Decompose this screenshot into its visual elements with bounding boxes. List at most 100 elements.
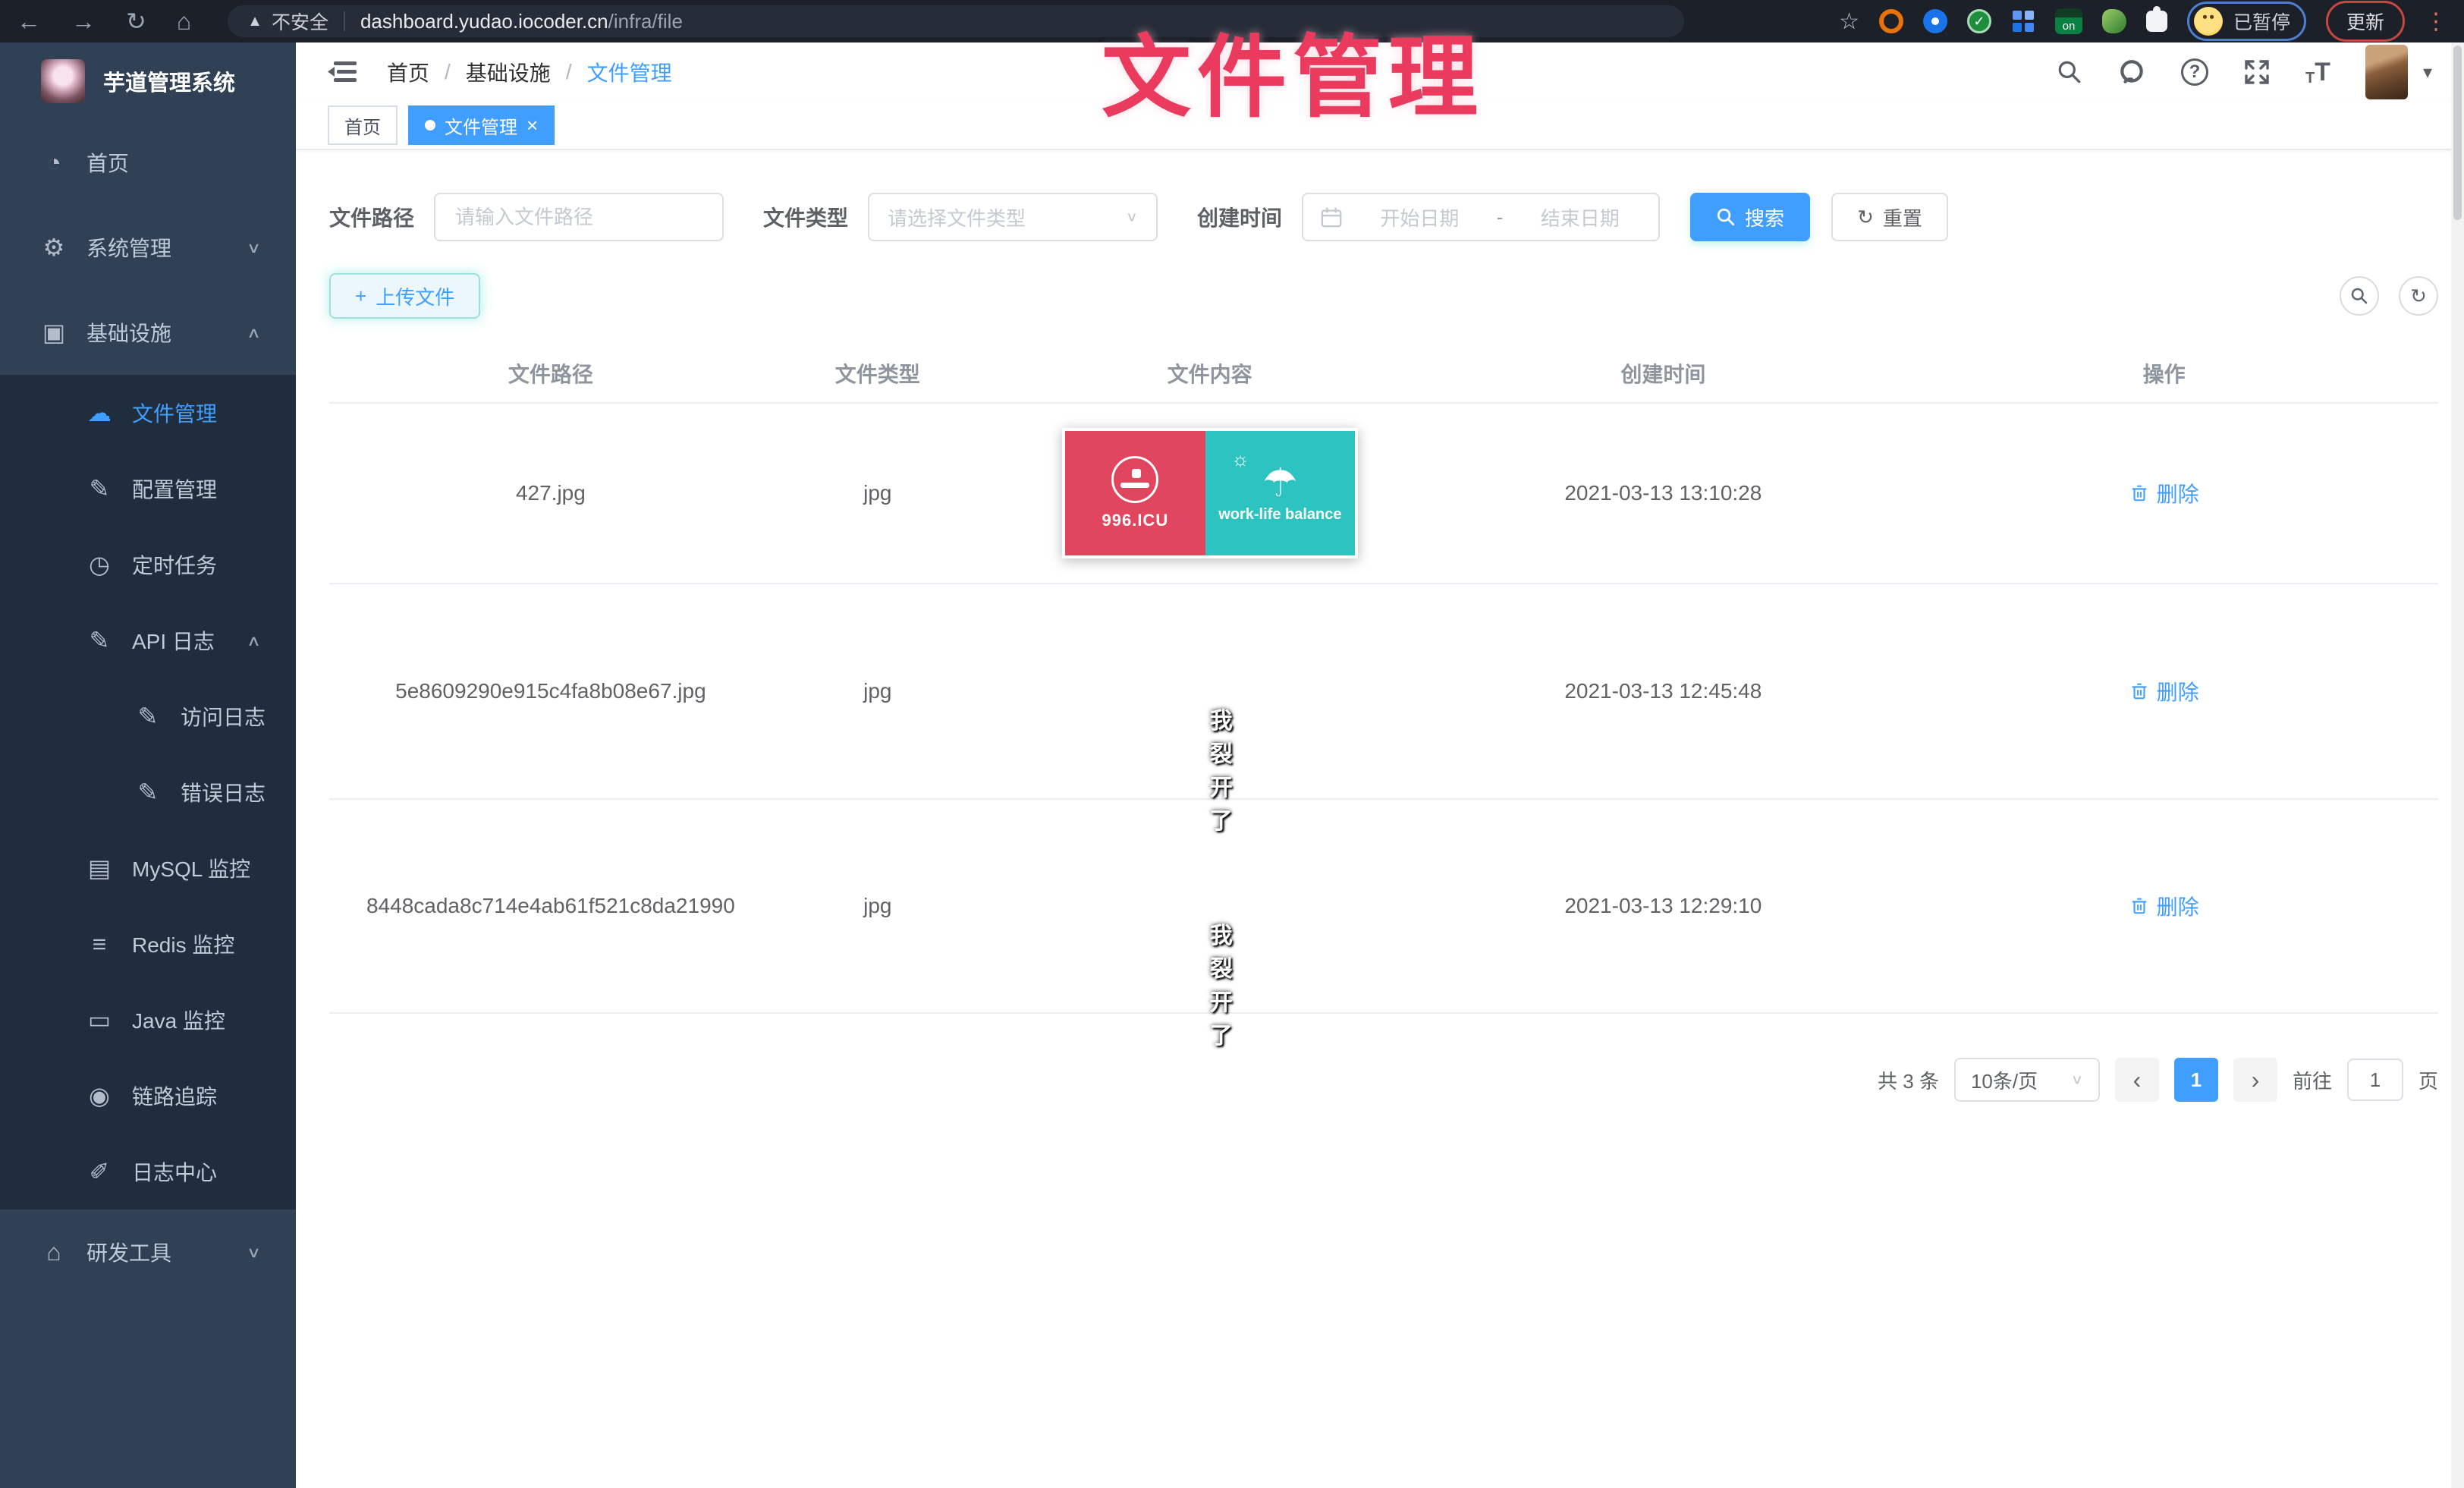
avatar-caret-down-icon[interactable]: ▾ — [2423, 61, 2432, 83]
sidebar-item-log-center[interactable]: ✐ 日志中心 — [0, 1134, 296, 1210]
sidebar-item-dev-tools[interactable]: ⌂ 研发工具 ∨ — [0, 1210, 296, 1295]
profile-paused-pill[interactable]: 已暂停 — [2187, 2, 2306, 41]
extension-grid-icon[interactable] — [2011, 9, 2035, 33]
chevron-down-icon: ∨ — [247, 1243, 261, 1260]
sidebar-item-access-logs[interactable]: ✎ 访问日志 — [0, 678, 296, 754]
sidebar-item-error-logs[interactable]: ✎ 错误日志 — [0, 754, 296, 830]
active-dot — [425, 120, 435, 131]
refresh-icon: ↻ — [1857, 207, 1874, 227]
goto-page-input[interactable] — [2347, 1059, 2403, 1101]
extension-pin-icon[interactable] — [1923, 9, 1947, 33]
tag-file-management[interactable]: 文件管理 × — [408, 105, 555, 145]
cell-file-content: 996.ICU ☼ ☂ work-life balance — [983, 428, 1437, 558]
sidebar-item-label: 文件管理 — [132, 398, 217, 428]
filter-form: 文件路径 文件类型 请选择文件类型 ∨ 创建时间 开始日期 - 结束日期 — [329, 193, 2438, 241]
tag-home[interactable]: 首页 — [328, 105, 398, 145]
sidebar-item-scheduled-jobs[interactable]: ◷ 定时任务 — [0, 527, 296, 602]
reset-button-label: 重置 — [1883, 203, 1922, 231]
not-secure-label[interactable]: 不安全 — [272, 8, 328, 35]
upload-button-label: 上传文件 — [376, 282, 454, 310]
browser-back-icon[interactable]: ← — [17, 9, 41, 33]
log-icon: ✎ — [80, 626, 118, 655]
vertical-scrollbar[interactable] — [2451, 42, 2464, 1488]
cell-created-time: 2021-03-13 12:29:10 — [1436, 894, 1890, 918]
fullscreen-icon[interactable] — [2243, 58, 2271, 86]
font-size-icon[interactable]: TT — [2305, 58, 2330, 87]
delete-button[interactable]: 删除 — [2129, 676, 2199, 706]
log-icon: ✎ — [129, 778, 167, 807]
address-bar[interactable]: ▲ 不安全 dashboard.yudao.iocoder.cn /infra/… — [228, 5, 1684, 37]
timer-icon: ◷ — [80, 550, 118, 579]
delete-button[interactable]: 删除 — [2129, 478, 2199, 508]
browser-forward-icon[interactable]: → — [71, 9, 96, 33]
url-divider — [344, 11, 345, 31]
toggle-search-button[interactable] — [2340, 276, 2379, 316]
header-search-icon[interactable] — [2057, 59, 2082, 85]
sidebar-item-label: API 日志 — [132, 625, 215, 656]
cell-created-time: 2021-03-13 12:45:48 — [1436, 679, 1890, 703]
sidebar-item-tracing[interactable]: ◉ 链路追踪 — [0, 1058, 296, 1134]
page-size-select[interactable]: 10条/页 ∨ — [1954, 1058, 2100, 1102]
extensions-puzzle-icon[interactable] — [2146, 11, 2167, 32]
url-path: /infra/file — [608, 10, 683, 33]
tag-close-icon[interactable]: × — [526, 115, 538, 135]
browser-reload-icon[interactable]: ↻ — [126, 9, 146, 33]
col-actions: 操作 — [1890, 358, 2438, 389]
sidebar-item-system[interactable]: ⚙ 系统管理 ∨ — [0, 205, 296, 290]
bed-icon — [1111, 456, 1158, 503]
next-page-button[interactable]: › — [2233, 1058, 2277, 1102]
chrome-update-button[interactable]: 更新 — [2326, 1, 2405, 42]
extension-check-icon[interactable]: ✓ — [1967, 9, 1991, 33]
upload-file-button[interactable]: + 上传文件 — [329, 273, 480, 319]
search-button[interactable]: 搜索 — [1690, 193, 1810, 241]
col-file-content: 文件内容 — [983, 358, 1437, 389]
extension-orange-icon[interactable] — [1879, 9, 1903, 33]
refresh-table-button[interactable]: ↻ — [2399, 276, 2438, 316]
browser-home-icon[interactable]: ⌂ — [177, 9, 191, 33]
gear-icon: ⚙ — [35, 233, 73, 262]
github-icon[interactable] — [2117, 58, 2146, 87]
file-preview-996-banner[interactable]: 996.ICU ☼ ☂ work-life balance — [1062, 428, 1358, 558]
bookmark-star-icon[interactable]: ☆ — [1839, 8, 1859, 35]
sidebar-item-infrastructure[interactable]: ▣ 基础设施 ∧ — [0, 290, 296, 375]
tags-view-bar: 首页 文件管理 × — [296, 102, 2464, 150]
prev-page-button[interactable]: ‹ — [2115, 1058, 2159, 1102]
cell-file-path: 8448cada8c714e4ab61f521c8da21990 — [329, 894, 772, 918]
browser-menu-kebab-icon[interactable]: ⋮ — [2425, 8, 2447, 35]
table-row: 5e8609290e915c4fa8b08e67.jpg jpg 我裂开了 20… — [329, 584, 2438, 800]
user-avatar[interactable] — [2365, 45, 2408, 99]
app-logo[interactable]: 芋道管理系统 — [0, 42, 296, 120]
sidebar-item-mysql-monitor[interactable]: ▤ MySQL 监控 — [0, 830, 296, 906]
sidebar-item-java-monitor[interactable]: ▭ Java 监控 — [0, 982, 296, 1058]
sidebar-item-config[interactable]: ✎ 配置管理 — [0, 451, 296, 527]
sidebar-item-file-management[interactable]: ☁ 文件管理 — [0, 375, 296, 451]
sidebar-item-label: 访问日志 — [181, 701, 266, 731]
sidebar-item-api-logs[interactable]: ✎ API 日志 ∧ — [0, 602, 296, 678]
sidebar-item-home[interactable]: ◔ 首页 — [0, 120, 296, 205]
sidebar-item-label: 首页 — [86, 147, 129, 178]
file-type-select[interactable]: 请选择文件类型 ∨ — [868, 193, 1158, 241]
scrollbar-thumb[interactable] — [2453, 46, 2462, 220]
chevron-up-icon: ∧ — [247, 323, 261, 341]
reset-button[interactable]: ↻ 重置 — [1831, 193, 1948, 241]
breadcrumb-infrastructure[interactable]: 基础设施 — [466, 57, 551, 87]
hamburger-icon[interactable] — [328, 58, 358, 86]
breadcrumb-home[interactable]: 首页 — [387, 57, 429, 87]
delete-button[interactable]: 删除 — [2129, 891, 2199, 921]
extension-on-badge[interactable]: on — [2055, 8, 2082, 34]
delete-label: 删除 — [2157, 891, 2199, 921]
sidebar-item-redis-monitor[interactable]: ≡ Redis 监控 — [0, 906, 296, 982]
help-icon[interactable]: ? — [2181, 58, 2208, 86]
create-time-label: 创建时间 — [1197, 202, 1282, 232]
page-unit-label: 页 — [2418, 1066, 2438, 1094]
date-range-picker[interactable]: 开始日期 - 结束日期 — [1302, 193, 1660, 241]
col-created-time: 创建时间 — [1436, 358, 1890, 389]
calendar-icon — [1320, 206, 1343, 228]
select-placeholder: 请选择文件类型 — [888, 203, 1026, 231]
breadcrumb: 首页 / 基础设施 / 文件管理 — [387, 57, 672, 87]
extension-leaf-icon[interactable] — [2102, 9, 2126, 33]
current-page-button[interactable]: 1 — [2174, 1058, 2218, 1102]
chevron-down-icon: ∨ — [1126, 209, 1138, 225]
file-path-input[interactable] — [434, 193, 724, 241]
trash-icon — [2129, 483, 2149, 503]
